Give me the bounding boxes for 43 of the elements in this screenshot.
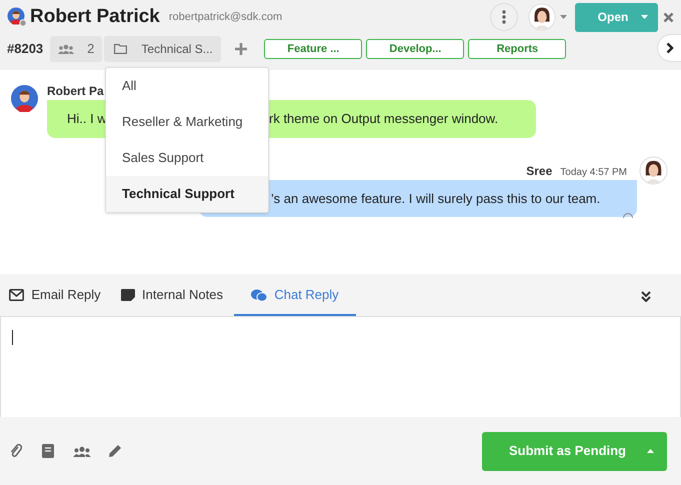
people-icon[interactable] (73, 446, 91, 456)
folder-chip[interactable]: Technical S... (104, 36, 222, 62)
ticket-number: #8203 (7, 40, 44, 58)
participants-chip[interactable]: 2 (50, 36, 102, 62)
customer-email: robertpatrick@sdk.com (168, 10, 282, 25)
agent-avatar (528, 3, 556, 31)
pencil-icon[interactable] (108, 444, 122, 458)
customer-avatar (10, 84, 39, 113)
caret-icon (647, 449, 654, 453)
add-icon[interactable] (235, 43, 248, 55)
sender-name: Sree (526, 163, 552, 180)
text-cursor (12, 330, 13, 345)
more-icon (502, 10, 506, 24)
customer-name: Robert Patrick (30, 4, 160, 29)
more-options-button[interactable] (490, 3, 518, 31)
note-icon (121, 289, 136, 301)
chat-bubbles-icon (251, 288, 268, 302)
agent-avatar (639, 156, 668, 185)
reply-tab[interactable]: Internal Notes (110, 276, 234, 316)
paperclip-icon[interactable] (10, 444, 22, 458)
people-icon (58, 44, 74, 54)
caret-icon (641, 15, 648, 19)
message-time: Today 4:57 PM (560, 166, 627, 180)
customer-avatar (7, 7, 27, 27)
book-icon[interactable] (42, 444, 54, 458)
folder-icon (114, 44, 128, 54)
message-text: ’s an awesome feature. I will surely pass this to our team. (271, 190, 600, 208)
double-chevron-icon[interactable] (641, 290, 651, 302)
message-text: rk theme on Output messenger window. (269, 110, 498, 128)
chevron-right-icon (666, 42, 674, 54)
tag-chip[interactable]: Develop... (366, 39, 464, 59)
tag-chip[interactable]: Feature ... (264, 39, 362, 59)
close-icon[interactable] (663, 12, 674, 22)
tag-chip[interactable]: Reports (468, 39, 566, 59)
menu-item[interactable]: Sales Support (106, 140, 268, 176)
caret-icon[interactable] (560, 15, 567, 19)
envelope-icon (9, 289, 24, 301)
sender-name: Robert Pa (47, 83, 104, 100)
next-button[interactable] (657, 34, 681, 62)
menu-item[interactable]: Reseller & Marketing (106, 104, 268, 140)
menu-item[interactable]: All (106, 68, 268, 104)
reply-tab[interactable]: Email Reply (0, 276, 110, 316)
menu-item[interactable]: Technical Support (106, 176, 268, 212)
